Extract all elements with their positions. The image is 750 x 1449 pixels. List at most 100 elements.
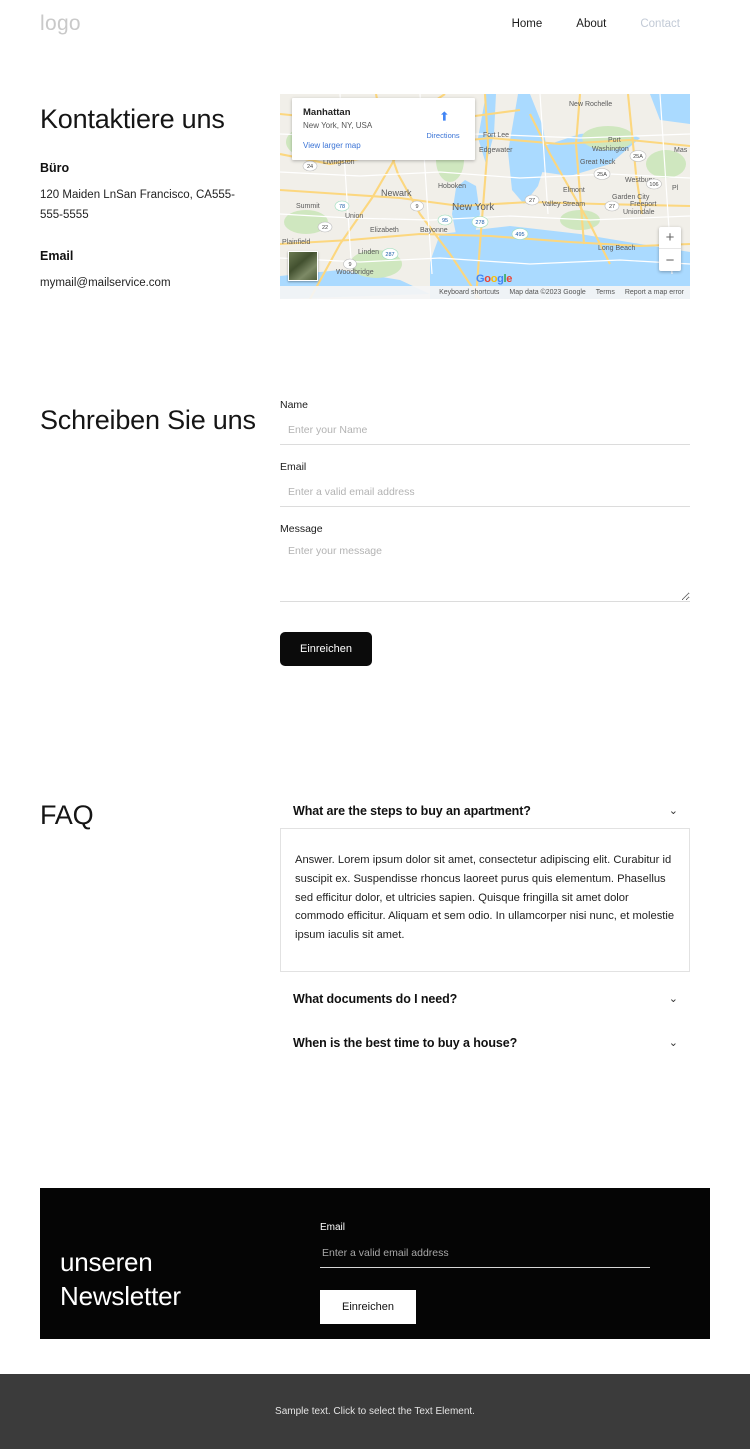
svg-text:Mas: Mas: [674, 147, 688, 154]
contact-info: Kontaktiere uns Büro 120 Maiden LnSan Fr…: [40, 94, 280, 293]
write-us-section: Schreiben Sie uns Name Email Message Ein…: [0, 299, 750, 666]
newsletter-heading-line2: Newsletter: [60, 1280, 181, 1311]
newsletter-submit-button[interactable]: Einreichen: [320, 1290, 416, 1325]
message-label: Message: [280, 523, 323, 535]
svg-text:Long Beach: Long Beach: [598, 245, 635, 252]
faq-question: What are the steps to buy an apartment?: [293, 804, 531, 818]
name-field-group: Name: [280, 399, 690, 445]
faq-heading-wrap: FAQ: [40, 794, 280, 833]
name-label: Name: [280, 399, 309, 411]
faq-item-0[interactable]: What are the steps to buy an apartment? …: [280, 794, 690, 828]
svg-text:287: 287: [385, 252, 394, 258]
svg-text:Elizabeth: Elizabeth: [370, 227, 399, 234]
map-directions-button[interactable]: Directions: [421, 108, 465, 140]
contact-form: Name Email Message Einreichen: [280, 399, 690, 666]
contact-heading: Kontaktiere uns: [40, 104, 225, 134]
faq-section: FAQ What are the steps to buy an apartme…: [0, 666, 750, 1060]
svg-text:Bayonne: Bayonne: [420, 227, 448, 234]
faq-list: What are the steps to buy an apartment? …: [280, 794, 690, 1060]
faq-answer-0: Answer. Lorem ipsum dolor sit amet, cons…: [280, 828, 690, 973]
svg-text:Washington: Washington: [592, 146, 629, 153]
terms-link[interactable]: Terms: [596, 289, 615, 296]
newsletter-heading: unseren Newsletter: [60, 1246, 290, 1314]
svg-text:25A: 25A: [633, 154, 643, 160]
svg-text:Woodbridge: Woodbridge: [336, 269, 374, 276]
newsletter-heading-wrap: unseren Newsletter: [40, 1188, 280, 1339]
site-logo[interactable]: logo: [40, 12, 81, 36]
faq-answer-text: Answer. Lorem ipsum dolor sit amet, cons…: [295, 854, 675, 942]
svg-text:27: 27: [529, 198, 535, 204]
svg-text:Garden City: Garden City: [612, 194, 650, 201]
svg-text:Fort Lee: Fort Lee: [483, 132, 509, 139]
nav-item-about[interactable]: About: [576, 18, 606, 30]
keyboard-shortcuts-link[interactable]: Keyboard shortcuts: [439, 289, 499, 296]
svg-text:Valley Stream: Valley Stream: [542, 201, 585, 208]
report-error-link[interactable]: Report a map error: [625, 289, 684, 296]
newsletter-email-label: Email: [320, 1222, 346, 1234]
site-footer: Sample text. Click to select the Text El…: [0, 1374, 750, 1449]
nav-item-home[interactable]: Home: [512, 18, 543, 30]
map-attribution-bar: Keyboard shortcuts Map data ©2023 Google…: [280, 286, 690, 299]
svg-text:Hoboken: Hoboken: [438, 183, 466, 190]
write-us-heading-wrap: Schreiben Sie uns: [40, 399, 280, 438]
svg-text:Livingston: Livingston: [323, 159, 355, 166]
site-header: logo Home About Contact: [0, 0, 750, 48]
email-input[interactable]: [280, 486, 690, 507]
svg-text:Plainfield: Plainfield: [282, 239, 311, 246]
svg-text:Great Neck: Great Neck: [580, 159, 616, 166]
zoom-out-button[interactable]: −: [659, 249, 681, 271]
svg-text:Pl: Pl: [672, 185, 679, 192]
office-label: Büro: [40, 160, 70, 175]
svg-text:9: 9: [348, 262, 351, 268]
email-field-group: Email: [280, 461, 690, 507]
map-zoom-controls: + −: [659, 227, 681, 271]
svg-text:Port: Port: [608, 137, 621, 144]
street-view-thumbnail[interactable]: [288, 251, 318, 281]
message-field-group: Message: [280, 523, 690, 607]
google-logo: Google: [476, 273, 512, 285]
office-address: 120 Maiden LnSan Francisco, CA555-555-55…: [40, 188, 235, 221]
svg-text:22: 22: [322, 225, 328, 231]
svg-text:New Rochelle: New Rochelle: [569, 101, 612, 108]
svg-text:27: 27: [609, 204, 615, 210]
svg-text:278: 278: [475, 220, 484, 226]
footer-sample-text[interactable]: Sample text. Click to select the Text El…: [275, 1406, 475, 1417]
svg-text:24: 24: [307, 164, 313, 170]
page-root: logo Home About Contact Kontaktiere uns …: [0, 0, 750, 1449]
submit-contact-button[interactable]: Einreichen: [280, 632, 372, 666]
map-directions-label: Directions: [426, 131, 460, 140]
faq-item-1[interactable]: What documents do I need? ⌄: [280, 982, 690, 1016]
map-data-credit: Map data ©2023 Google: [509, 289, 586, 296]
svg-text:78: 78: [339, 204, 345, 210]
name-input[interactable]: [280, 424, 690, 445]
svg-text:9: 9: [415, 204, 418, 210]
faq-item-2[interactable]: When is the best time to buy a house? ⌄: [280, 1026, 690, 1060]
email-input-label: Email: [280, 461, 307, 473]
svg-text:495: 495: [515, 232, 524, 238]
main-nav: Home About Contact: [512, 18, 710, 30]
svg-text:Elmont: Elmont: [563, 187, 585, 194]
google-logo-letter: e: [506, 273, 513, 285]
faq-question: When is the best time to buy a house?: [293, 1036, 518, 1051]
svg-text:Newark: Newark: [381, 188, 412, 198]
email-address: mymail@mailservice.com: [40, 276, 171, 289]
chevron-down-icon: ⌄: [668, 992, 678, 1005]
svg-text:Freeport: Freeport: [630, 201, 657, 208]
newsletter-heading-line1: unseren: [60, 1247, 153, 1278]
svg-text:Union: Union: [345, 213, 363, 220]
svg-text:Uniondale: Uniondale: [623, 209, 655, 216]
svg-text:95: 95: [442, 218, 448, 224]
faq-heading: FAQ: [40, 800, 94, 830]
chevron-down-icon: ⌄: [668, 1036, 678, 1049]
write-us-heading: Schreiben Sie uns: [40, 405, 256, 435]
svg-text:106: 106: [649, 182, 658, 188]
svg-text:New York: New York: [452, 202, 495, 213]
newsletter-email-input[interactable]: [320, 1247, 650, 1269]
view-larger-map-link[interactable]: View larger map: [303, 141, 464, 150]
google-map[interactable]: Paterson New Rochelle Bloomfield Livings…: [280, 94, 690, 299]
nav-item-contact[interactable]: Contact: [640, 18, 680, 30]
zoom-in-button[interactable]: +: [659, 227, 681, 249]
chevron-down-icon: ⌄: [668, 804, 678, 817]
email-label: Email: [40, 248, 74, 263]
message-textarea[interactable]: [280, 544, 690, 602]
